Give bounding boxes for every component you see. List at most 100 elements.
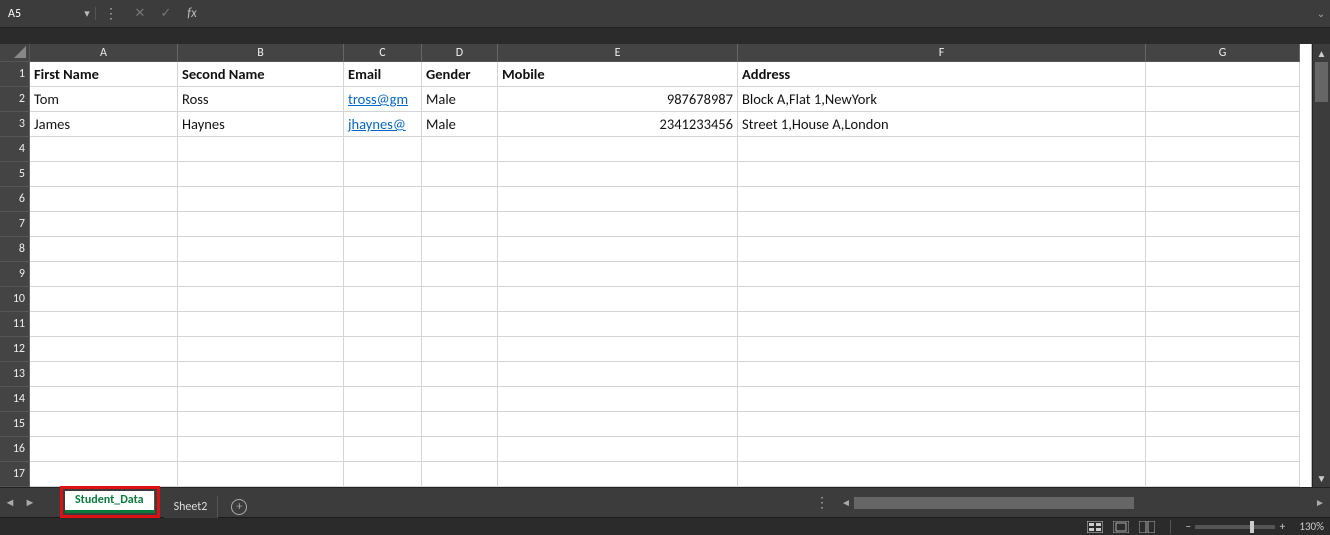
cell-C15[interactable] [344,412,422,437]
cell-D7[interactable] [422,212,498,237]
column-header-b[interactable]: B [178,44,344,62]
cell-A10[interactable] [30,287,178,312]
cell-D2[interactable]: Male [422,87,498,112]
cell-B5[interactable] [178,162,344,187]
add-sheet-button[interactable]: + [224,496,254,518]
row-header[interactable]: 13 [0,362,30,387]
row-header[interactable]: 5 [0,162,30,187]
cell-C8[interactable] [344,237,422,262]
cell-A2[interactable]: Tom [30,87,178,112]
cell-B2[interactable]: Ross [178,87,344,112]
row-header[interactable]: 12 [0,337,30,362]
cell-E5[interactable] [498,162,738,187]
cell-B13[interactable] [178,362,344,387]
cell-E9[interactable] [498,262,738,287]
tab-nav-prev-icon[interactable]: ◄ [0,496,20,509]
formula-input[interactable] [205,3,1312,25]
cell-G17[interactable] [1146,462,1300,487]
cell-D3[interactable]: Male [422,112,498,137]
row-header[interactable]: 11 [0,312,30,337]
view-normal-icon[interactable] [1084,520,1106,534]
cell-B4[interactable] [178,137,344,162]
cell-E15[interactable] [498,412,738,437]
scroll-thumb[interactable] [1315,62,1328,102]
cell-G6[interactable] [1146,187,1300,212]
view-page-break-icon[interactable] [1136,520,1158,534]
cell-G15[interactable] [1146,412,1300,437]
cell-A7[interactable] [30,212,178,237]
cell-A8[interactable] [30,237,178,262]
cell-C12[interactable] [344,337,422,362]
cell-C17[interactable] [344,462,422,487]
row-header[interactable]: 9 [0,262,30,287]
cell-G2[interactable] [1146,87,1300,112]
cell-F2[interactable]: Block A,Flat 1,NewYork [738,87,1146,112]
cell-F13[interactable] [738,362,1146,387]
cell-D6[interactable] [422,187,498,212]
row-header[interactable]: 3 [0,112,30,137]
name-box[interactable]: A5 [2,3,80,25]
scroll-left-icon[interactable]: ◄ [838,496,854,509]
cell-C10[interactable] [344,287,422,312]
row-header[interactable]: 17 [0,462,30,487]
select-all-triangle[interactable] [0,44,30,62]
cell-G9[interactable] [1146,262,1300,287]
cell-F10[interactable] [738,287,1146,312]
cell-F7[interactable] [738,212,1146,237]
cell-D12[interactable] [422,337,498,362]
cell-B1[interactable]: Second Name [178,62,344,87]
row-header[interactable]: 8 [0,237,30,262]
row-header[interactable]: 2 [0,87,30,112]
cell-E12[interactable] [498,337,738,362]
cell-G3[interactable] [1146,112,1300,137]
zoom-out-button[interactable]: − [1181,520,1195,533]
cell-F4[interactable] [738,137,1146,162]
cell-B12[interactable] [178,337,344,362]
cell-A14[interactable] [30,387,178,412]
cell-E14[interactable] [498,387,738,412]
cell-G12[interactable] [1146,337,1300,362]
cell-G14[interactable] [1146,387,1300,412]
cell-A17[interactable] [30,462,178,487]
row-header[interactable]: 14 [0,387,30,412]
cell-E3[interactable]: 2341233456 [498,112,738,137]
row-header[interactable]: 16 [0,437,30,462]
cell-C3[interactable]: jhaynes@ [344,112,422,137]
cell-A3[interactable]: James [30,112,178,137]
cell-F5[interactable] [738,162,1146,187]
cell-C5[interactable] [344,162,422,187]
cell-B7[interactable] [178,212,344,237]
cell-D11[interactable] [422,312,498,337]
vertical-scrollbar[interactable]: ▲ ▼ [1312,44,1330,487]
cell-A13[interactable] [30,362,178,387]
cell-E17[interactable] [498,462,738,487]
cell-B10[interactable] [178,287,344,312]
tab-nav-next-icon[interactable]: ► [20,496,40,509]
column-header-f[interactable]: F [738,44,1146,62]
cell-C4[interactable] [344,137,422,162]
cell-D5[interactable] [422,162,498,187]
cell-E4[interactable] [498,137,738,162]
cell-B17[interactable] [178,462,344,487]
column-header-e[interactable]: E [498,44,738,62]
cell-B14[interactable] [178,387,344,412]
cell-B8[interactable] [178,237,344,262]
cell-D8[interactable] [422,237,498,262]
sheet-tab-active[interactable]: Student_Data [65,491,155,513]
cell-F3[interactable]: Street 1,House A,London [738,112,1146,137]
cell-B6[interactable] [178,187,344,212]
cell-D16[interactable] [422,437,498,462]
cell-D4[interactable] [422,137,498,162]
cell-C9[interactable] [344,262,422,287]
cell-E13[interactable] [498,362,738,387]
cell-F1[interactable]: Address [738,62,1146,87]
cell-F9[interactable] [738,262,1146,287]
cell-F6[interactable] [738,187,1146,212]
cell-F11[interactable] [738,312,1146,337]
row-header[interactable]: 15 [0,412,30,437]
row-header[interactable]: 6 [0,187,30,212]
cell-E16[interactable] [498,437,738,462]
expand-formula-bar-icon[interactable]: ⌄ [1312,7,1330,20]
cell-B9[interactable] [178,262,344,287]
column-header-c[interactable]: C [344,44,422,62]
